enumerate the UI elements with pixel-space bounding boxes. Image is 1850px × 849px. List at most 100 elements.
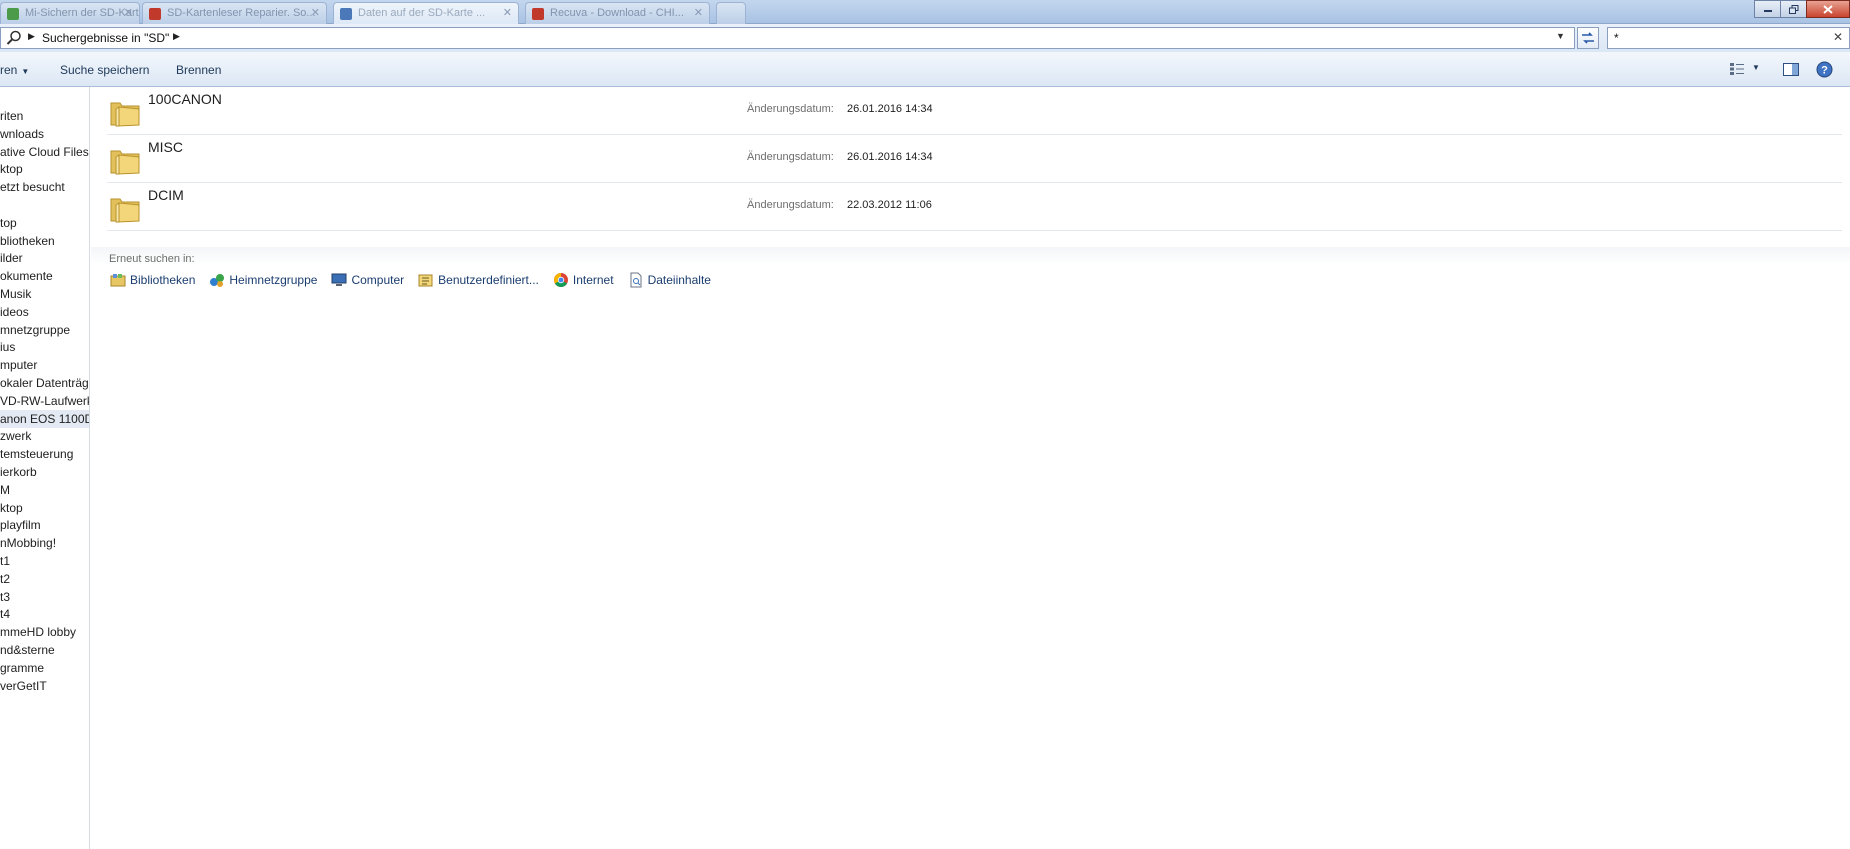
breadcrumb[interactable]: Suchergebnisse in "SD": [42, 31, 169, 45]
close-icon[interactable]: ✕: [124, 6, 133, 19]
chevron-down-icon[interactable]: ▼: [1556, 31, 1565, 41]
restore-button[interactable]: [1780, 0, 1807, 18]
nav-item[interactable]: riten: [0, 107, 89, 125]
nav-item: [0, 196, 89, 214]
nav-item-label: mmeHD lobby: [0, 625, 77, 639]
link-label: Bibliotheken: [130, 273, 196, 287]
breadcrumb-arrow-icon[interactable]: ▶: [173, 31, 180, 42]
nav-item[interactable]: nMobbing!: [0, 534, 89, 552]
nav-item-label: wnloads: [0, 127, 45, 141]
nav-item[interactable]: t4: [0, 605, 89, 623]
breadcrumb-arrow-icon[interactable]: ▶: [28, 31, 35, 42]
browser-tab-1[interactable]: Mi-Sichern der SD-Karte ... ✕: [0, 2, 140, 24]
nav-item[interactable]: M: [0, 481, 89, 499]
link-label: Computer: [351, 273, 405, 287]
date-label: Änderungsdatum:: [747, 151, 834, 163]
link-label: Internet: [572, 273, 614, 287]
tab-favicon-icon: [7, 8, 19, 20]
nav-item[interactable]: nd&sterne: [0, 641, 89, 659]
nav-item-label: ierkorb: [0, 465, 37, 479]
link-label: Heimnetzgruppe: [229, 273, 318, 287]
nav-item[interactable]: ius: [0, 338, 89, 356]
nav-item[interactable]: temsteuerung: [0, 445, 89, 463]
nav-item-label: ative Cloud Files: [0, 145, 89, 159]
result-name[interactable]: DCIM: [148, 187, 184, 203]
search-again-libraries[interactable]: Bibliotheken: [110, 272, 195, 288]
nav-item[interactable]: zwerk: [0, 427, 89, 445]
nav-item[interactable]: playfilm: [0, 516, 89, 534]
preview-pane-button[interactable]: [1781, 60, 1801, 78]
nav-item[interactable]: gramme: [0, 659, 89, 677]
nav-item[interactable]: ilder: [0, 249, 89, 267]
nav-item[interactable]: VD-RW-Laufwerk: [0, 392, 89, 410]
search-results: 100CANON Änderungsdatum: 26.01.2016 14:3…: [91, 87, 1850, 849]
nav-item[interactable]: ierkorb: [0, 463, 89, 481]
organize-button[interactable]: ren ▼: [0, 63, 29, 77]
new-tab-button[interactable]: [716, 2, 746, 24]
nav-item[interactable]: verGetIT: [0, 677, 89, 695]
save-search-button[interactable]: Suche speichern: [60, 63, 149, 77]
browser-tab-4[interactable]: Recuva - Download - CHI... ✕: [525, 2, 710, 24]
date-value: 26.01.2016 14:34: [847, 103, 933, 115]
nav-item[interactable]: okaler Datenträge: [0, 374, 89, 392]
close-icon[interactable]: ✕: [503, 6, 512, 19]
address-bar[interactable]: ▶ Suchergebnisse in "SD" ▶ ▼: [0, 27, 1575, 49]
nav-item-label: riten: [0, 109, 24, 123]
tab-favicon-icon: [532, 8, 544, 20]
nav-item[interactable]: mmeHD lobby: [0, 623, 89, 641]
nav-item[interactable]: mnetzgruppe: [0, 321, 89, 339]
search-again-custom[interactable]: Benutzerdefiniert...: [418, 272, 539, 288]
search-again-homegroup[interactable]: Heimnetzgruppe: [209, 272, 317, 288]
nav-item[interactable]: ktop: [0, 499, 89, 517]
clear-search-icon[interactable]: ✕: [1833, 30, 1843, 44]
folder-icon: [110, 102, 140, 127]
nav-item[interactable]: ktop: [0, 160, 89, 178]
nav-item[interactable]: Musik: [0, 285, 89, 303]
nav-item[interactable]: t1: [0, 552, 89, 570]
nav-item-label: verGetIT: [0, 679, 47, 693]
refresh-icon: [1582, 32, 1594, 44]
result-name[interactable]: 100CANON: [148, 91, 222, 107]
result-row-misc[interactable]: MISC Änderungsdatum: 26.01.2016 14:34: [107, 135, 1842, 183]
help-button[interactable]: ?: [1814, 60, 1834, 78]
search-again-internet[interactable]: Internet: [553, 272, 614, 288]
folder-icon: [110, 198, 140, 223]
search-again-computer[interactable]: Computer: [331, 272, 404, 288]
nav-item[interactable]: ative Cloud Files: [0, 143, 89, 161]
nav-item[interactable]: bliotheken: [0, 232, 89, 250]
nav-item-label: gramme: [0, 661, 45, 675]
search-input[interactable]: [1614, 29, 1824, 47]
nav-item[interactable]: top: [0, 214, 89, 232]
change-view-button[interactable]: [1727, 60, 1747, 78]
nav-item-label: ideos: [0, 305, 29, 319]
navigation-pane: riten wnloads ative Cloud Files ktop etzt be…: [0, 87, 90, 849]
result-row-100canon[interactable]: 100CANON Änderungsdatum: 26.01.2016 14:3…: [107, 87, 1842, 135]
nav-item[interactable]: wnloads: [0, 125, 89, 143]
result-name[interactable]: MISC: [148, 139, 183, 155]
nav-item[interactable]: ideos: [0, 303, 89, 321]
burn-button[interactable]: Brennen: [176, 63, 221, 77]
result-row-dcim[interactable]: DCIM Änderungsdatum: 22.03.2012 11:06: [107, 183, 1842, 231]
link-label: Dateiinhalte: [647, 273, 711, 287]
refresh-button[interactable]: [1577, 27, 1599, 49]
nav-item[interactable]: t2: [0, 570, 89, 588]
browser-tab-2[interactable]: SD-Kartenleser Reparier. So... ✕: [142, 2, 327, 24]
close-icon[interactable]: ✕: [311, 6, 320, 19]
nav-item[interactable]: etzt besucht: [0, 178, 89, 196]
nav-item[interactable]: mputer: [0, 356, 89, 374]
browser-tab-3[interactable]: Daten auf der SD-Karte ... ✕: [333, 2, 519, 24]
nav-item[interactable]: anon EOS 1100D: [0, 410, 89, 428]
nav-item[interactable]: okumente: [0, 267, 89, 285]
restore-icon: [1788, 4, 1798, 14]
search-box[interactable]: ✕: [1607, 27, 1850, 49]
close-icon[interactable]: ✕: [694, 6, 703, 19]
minimize-button[interactable]: [1754, 0, 1781, 18]
chevron-down-icon[interactable]: ▼: [1752, 63, 1760, 72]
address-row: ▶ Suchergebnisse in "SD" ▶ ▼ ✕: [0, 24, 1850, 52]
nav-item[interactable]: t3: [0, 588, 89, 606]
search-again-file-contents[interactable]: Dateiinhalte: [628, 272, 711, 288]
nav-item-label: mnetzgruppe: [0, 323, 71, 337]
close-window-button[interactable]: [1806, 0, 1850, 18]
nav-item-label: ius: [0, 340, 16, 354]
nav-item-label: ktop: [0, 162, 23, 176]
